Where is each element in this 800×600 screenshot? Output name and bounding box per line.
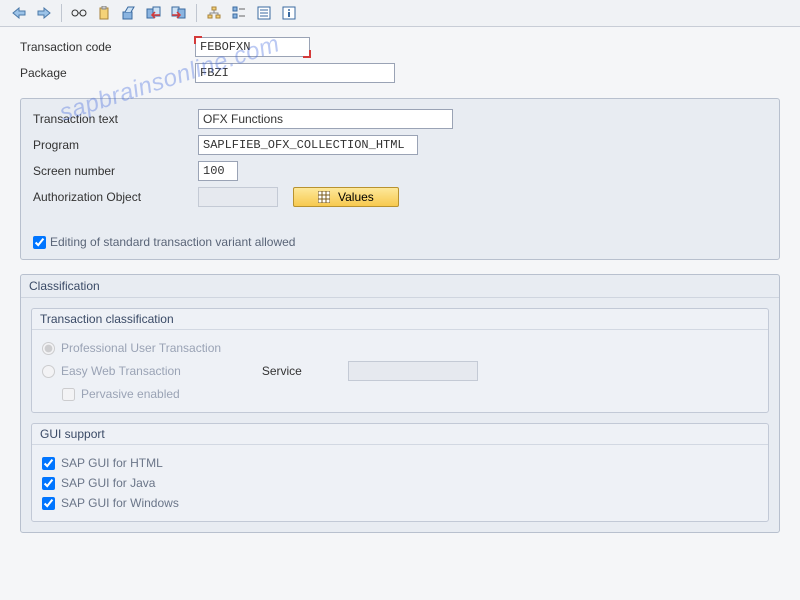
- back-icon[interactable]: [8, 3, 30, 23]
- copy-right-icon[interactable]: [168, 3, 190, 23]
- package-input[interactable]: FBZI: [195, 63, 395, 83]
- professional-radio: [42, 342, 55, 355]
- gui-support-group: GUI support SAP GUI for HTML SAP GUI for…: [31, 423, 769, 522]
- pervasive-label: Pervasive enabled: [81, 387, 180, 401]
- copy-left-icon[interactable]: [143, 3, 165, 23]
- list-icon[interactable]: [253, 3, 275, 23]
- clipboard-icon[interactable]: [93, 3, 115, 23]
- auth-input[interactable]: [198, 187, 278, 207]
- details-panel: Transaction text OFX Functions Program S…: [20, 98, 780, 260]
- edit-variant-label: Editing of standard transaction variant …: [50, 235, 295, 249]
- table-icon: [318, 191, 330, 203]
- screen-label: Screen number: [33, 164, 198, 178]
- easy-web-label: Easy Web Transaction: [61, 364, 181, 378]
- toolbar-separator: [196, 4, 197, 22]
- professional-label: Professional User Transaction: [61, 341, 221, 355]
- tcode-label: Transaction code: [20, 40, 195, 54]
- pervasive-checkbox: [62, 388, 75, 401]
- program-input[interactable]: SAPLFIEB_OFX_COLLECTION_HTML: [198, 135, 418, 155]
- service-input[interactable]: [348, 361, 478, 381]
- cut-icon[interactable]: [118, 3, 140, 23]
- main-content: Transaction code FEBOFXN Package FBZI Tr…: [0, 27, 800, 543]
- classification-title: Classification: [21, 275, 779, 298]
- gui-html-checkbox[interactable]: [42, 457, 55, 470]
- easy-web-radio: [42, 365, 55, 378]
- gui-windows-checkbox[interactable]: [42, 497, 55, 510]
- trans-text-label: Transaction text: [33, 112, 198, 126]
- gui-html-label: SAP GUI for HTML: [61, 456, 163, 470]
- gui-support-title: GUI support: [32, 424, 768, 445]
- toolbar-separator: [61, 4, 62, 22]
- trans-class-group: Transaction classification Professional …: [31, 308, 769, 413]
- hierarchy-icon[interactable]: [203, 3, 225, 23]
- display-glasses-icon[interactable]: [68, 3, 90, 23]
- trans-text-input[interactable]: OFX Functions: [198, 109, 453, 129]
- forward-icon[interactable]: [33, 3, 55, 23]
- gui-java-checkbox[interactable]: [42, 477, 55, 490]
- edit-variant-checkbox[interactable]: [33, 236, 46, 249]
- values-button-label: Values: [338, 190, 374, 204]
- gui-java-label: SAP GUI for Java: [61, 476, 155, 490]
- trans-class-title: Transaction classification: [32, 309, 768, 330]
- app-toolbar: [0, 0, 800, 27]
- service-label: Service: [262, 364, 302, 378]
- info-icon[interactable]: [278, 3, 300, 23]
- gui-windows-label: SAP GUI for Windows: [61, 496, 179, 510]
- classification-group: Classification Transaction classificatio…: [20, 274, 780, 533]
- auth-label: Authorization Object: [33, 190, 198, 204]
- values-button[interactable]: Values: [293, 187, 399, 207]
- package-label: Package: [20, 66, 195, 80]
- align-icon[interactable]: [228, 3, 250, 23]
- program-label: Program: [33, 138, 198, 152]
- screen-input[interactable]: 100: [198, 161, 238, 181]
- tcode-input[interactable]: FEBOFXN: [195, 37, 310, 57]
